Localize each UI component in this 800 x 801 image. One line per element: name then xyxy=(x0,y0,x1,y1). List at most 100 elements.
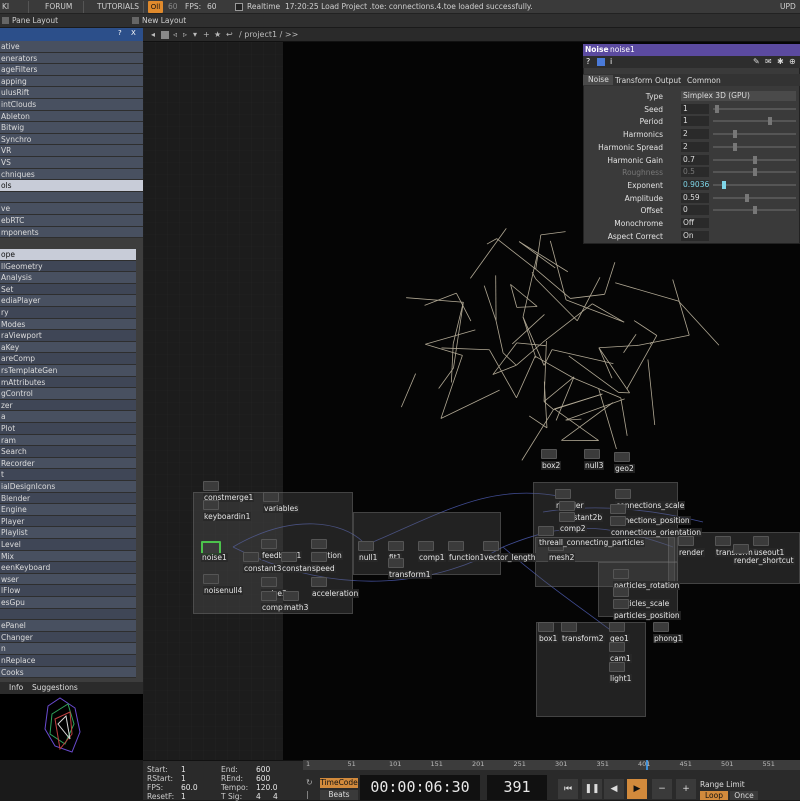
operator-node[interactable] xyxy=(753,536,769,546)
python-icon[interactable] xyxy=(597,58,605,66)
menu-item[interactable]: KI xyxy=(2,2,9,11)
operator-label[interactable]: constant3 xyxy=(243,564,282,573)
operator-label[interactable]: light1 xyxy=(609,674,632,683)
operator-node[interactable] xyxy=(610,516,626,526)
forward-icon[interactable]: ▹ xyxy=(183,30,187,39)
edit-icon[interactable]: ✎ xyxy=(753,57,760,66)
speed-down-button[interactable]: − xyxy=(652,779,672,799)
param-slider[interactable] xyxy=(713,197,796,199)
palette-item[interactable] xyxy=(0,192,143,204)
param-value-field[interactable]: 1 xyxy=(681,116,709,126)
info-icon[interactable]: i xyxy=(610,57,612,66)
palette-item[interactable]: mAttributes xyxy=(0,377,136,389)
palette-item[interactable]: wser xyxy=(0,574,136,586)
palette-item[interactable]: t xyxy=(0,469,136,481)
palette-item[interactable]: Level xyxy=(0,539,136,551)
operator-node[interactable] xyxy=(610,504,626,514)
palette-item[interactable]: ative xyxy=(0,41,143,53)
palette-item[interactable]: Set xyxy=(0,284,136,296)
slider-handle[interactable] xyxy=(753,156,757,164)
operator-label[interactable]: geo2 xyxy=(614,464,635,473)
network-path[interactable]: / project1 / >> xyxy=(239,30,298,39)
operator-label[interactable]: render_shortcut xyxy=(733,556,795,565)
palette-item[interactable]: ialDesignIcons xyxy=(0,481,136,493)
op-name[interactable]: noise1 xyxy=(610,45,635,54)
timeline-ruler[interactable]: 151101151201251301351401451501551 xyxy=(303,760,800,770)
operator-label[interactable]: vector_length xyxy=(483,553,536,562)
palette-item[interactable]: rsTemplateGen xyxy=(0,365,136,377)
menu-tutorials[interactable]: TUTORIALS xyxy=(97,2,139,11)
pause-button[interactable]: ❚❚ xyxy=(582,779,602,799)
palette-item[interactable]: intClouds xyxy=(0,99,143,111)
pane-layout-tab[interactable]: Pane Layout xyxy=(12,16,58,25)
operator-node[interactable] xyxy=(541,449,557,459)
slider-handle[interactable] xyxy=(722,181,726,189)
param-slider[interactable] xyxy=(713,159,796,161)
param-slider[interactable] xyxy=(713,209,796,211)
add-icon[interactable]: + xyxy=(203,30,210,39)
param-slider[interactable] xyxy=(713,120,796,122)
speed-up-button[interactable]: + xyxy=(676,779,696,799)
palette-item[interactable]: Playlist xyxy=(0,527,136,539)
operator-node[interactable] xyxy=(609,662,625,672)
operator-node[interactable] xyxy=(733,544,749,554)
new-layout-tab[interactable]: New Layout xyxy=(142,16,186,25)
update-button[interactable]: UPD xyxy=(780,2,796,11)
end-value[interactable]: 600 xyxy=(256,765,270,774)
param-value-field[interactable]: 0.59 xyxy=(681,193,709,203)
operator-label[interactable]: acceleration xyxy=(311,589,359,598)
palette-item[interactable]: enerators xyxy=(0,53,143,65)
param-value-field[interactable]: 0.5 xyxy=(681,167,709,177)
slider-handle[interactable] xyxy=(733,143,737,151)
palette-item[interactable]: lFlow xyxy=(0,585,136,597)
param-slider[interactable] xyxy=(713,108,796,110)
slider-handle[interactable] xyxy=(733,130,737,138)
comment-icon[interactable]: ✉ xyxy=(765,57,772,66)
loop-toggle[interactable]: Loop xyxy=(700,791,728,800)
operator-label[interactable]: comp2 xyxy=(559,524,587,533)
palette-item[interactable]: Changer xyxy=(0,632,136,644)
palette-item[interactable]: VR xyxy=(0,145,143,157)
step-back-button[interactable]: ◀ xyxy=(604,779,624,799)
palette-item[interactable]: llGeometry xyxy=(0,261,136,273)
operator-node[interactable] xyxy=(609,642,625,652)
lock-icon[interactable]: | xyxy=(306,790,309,799)
operator-node[interactable] xyxy=(555,489,571,499)
palette-item[interactable]: Ableton xyxy=(0,111,143,123)
palette-item[interactable]: a xyxy=(0,411,136,423)
operator-node[interactable] xyxy=(615,489,631,499)
operator-label[interactable]: noisenull4 xyxy=(203,586,243,595)
palette-item[interactable]: ols xyxy=(0,180,143,192)
palette-item[interactable]: aKey xyxy=(0,342,136,354)
param-value-field[interactable]: 2 xyxy=(681,142,709,152)
operator-label[interactable]: function1 xyxy=(448,553,485,562)
tempo-value[interactable]: 120.0 xyxy=(256,783,277,792)
perf-monitor-button[interactable]: Oll xyxy=(148,1,163,13)
once-toggle[interactable]: Once xyxy=(730,791,758,800)
fps-value[interactable]: 60.0 xyxy=(181,783,198,792)
param-value-field[interactable]: Simplex 3D (GPU) xyxy=(681,91,796,101)
palette-item[interactable] xyxy=(0,609,136,621)
palette-item[interactable]: mponents xyxy=(0,227,143,239)
timecode-toggle[interactable]: TimeCode xyxy=(320,778,358,788)
operator-label[interactable]: null1 xyxy=(358,553,378,562)
operator-node[interactable] xyxy=(613,599,629,609)
up-icon[interactable]: ◃ xyxy=(173,30,177,39)
operator-label[interactable]: box2 xyxy=(541,461,561,470)
to-start-button[interactable]: ⏮ xyxy=(558,779,578,799)
palette-item[interactable]: areComp xyxy=(0,353,136,365)
operator-node[interactable] xyxy=(653,622,669,632)
help-icon[interactable]: ? xyxy=(586,57,590,66)
operator-label[interactable]: threall_connecting_particles xyxy=(538,538,645,547)
operator-node[interactable] xyxy=(561,622,577,632)
operator-label[interactable]: phong1 xyxy=(653,634,683,643)
palette-item[interactable]: ePanel xyxy=(0,620,136,632)
tab-output[interactable]: Output xyxy=(655,76,681,85)
operator-node[interactable] xyxy=(614,452,630,462)
palette-item[interactable]: nReplace xyxy=(0,655,136,667)
param-value-field[interactable]: Off xyxy=(681,218,709,228)
expand-icon[interactable]: ⊕ xyxy=(789,57,796,66)
palette-item[interactable]: esGpu xyxy=(0,597,136,609)
palette-item[interactable]: Engine xyxy=(0,504,136,516)
settings-icon[interactable]: ✱ xyxy=(777,57,784,66)
